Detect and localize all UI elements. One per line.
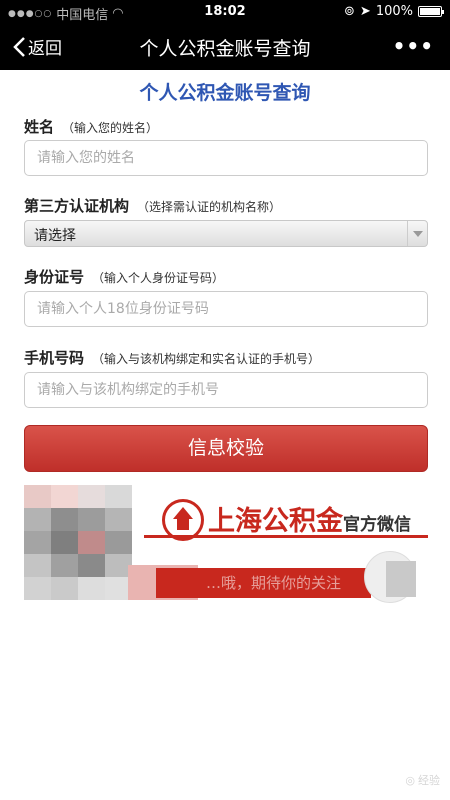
phone-input[interactable] [24,372,428,408]
banner-logo-suffix: 官方微信 [343,515,411,535]
phone-hint: （输入与该机构绑定和实名认证的手机号） [92,352,321,366]
org-label: 第三方认证机构 （选择需认证的机构名称） [24,195,281,216]
org-hint: （选择需认证的机构名称） [137,200,282,214]
dropdown-arrow-icon [407,221,427,246]
status-bar: ●●●○○ 中国电信 ◠ 18:02 ⊚ ➤ 100% [0,0,450,24]
battery-icon [418,6,444,17]
name-label: 姓名 （输入您的姓名） [24,116,158,137]
watermark: ◎ 经验 [405,772,440,788]
name-input[interactable] [24,140,428,176]
banner-divider [144,535,428,538]
id-label-text: 身份证号 [24,268,85,286]
banner-logo: 上海公积金官方微信 [208,499,411,538]
id-number-input[interactable] [24,291,428,327]
blurred-overlay-right [386,561,416,597]
name-hint: （输入您的姓名） [62,121,159,135]
verify-button[interactable]: 信息校验 [24,425,428,472]
status-right: ⊚ ➤ 100% [344,4,444,19]
banner-strip: …哦，期待你的关注 [156,568,371,598]
org-label-text: 第三方认证机构 [24,197,130,215]
promo-banner[interactable]: 上海公积金官方微信 …哦，期待你的关注 [24,485,428,603]
blurred-image [24,485,132,600]
nav-bar: 返回 个人公积金账号查询 ••• [0,24,450,70]
location-icon: ➤ [359,4,371,19]
banner-logo-text: 上海公积金 [208,506,343,537]
page-title: 个人公积金账号查询 [139,82,311,104]
watermark-logo: 经验 [418,774,440,787]
name-label-text: 姓名 [24,118,55,136]
more-icon[interactable]: ••• [393,34,434,58]
watermark-icon: ◎ [405,773,415,787]
rotation-lock-icon: ⊚ [344,4,355,19]
nav-title: 个人公积金账号查询 [139,38,311,60]
battery-percent: 100% [375,4,413,19]
phone-label-text: 手机号码 [24,349,85,367]
org-select[interactable]: 请选择 [24,220,428,247]
id-hint: （输入个人身份证号码） [92,271,225,285]
id-label: 身份证号 （输入个人身份证号码） [24,266,224,287]
org-select-value: 请选择 [34,228,76,244]
phone-label: 手机号码 （输入与该机构绑定和实名认证的手机号） [24,347,320,368]
